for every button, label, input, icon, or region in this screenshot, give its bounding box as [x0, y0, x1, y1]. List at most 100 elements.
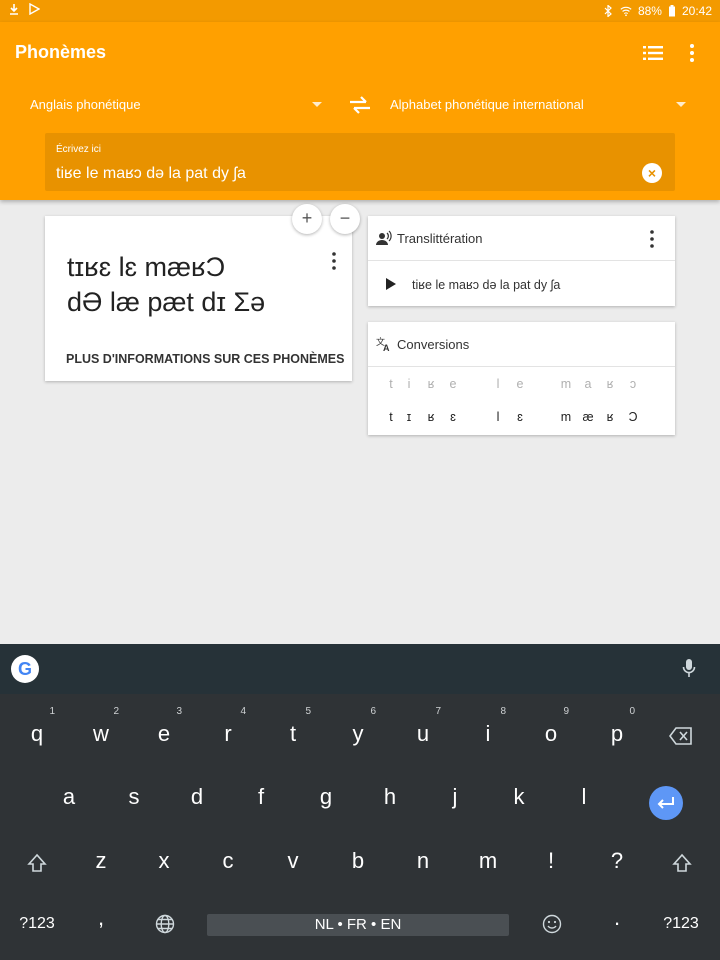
more-vert-icon[interactable]	[680, 40, 704, 66]
symbols-key-left[interactable]: ?123	[12, 904, 62, 944]
key-w[interactable]: w2	[81, 706, 121, 754]
app-bar: Phonèmes Anglais phonétique Alphabet pho…	[0, 22, 720, 200]
space-bar[interactable]: NL • FR • EN	[207, 914, 509, 936]
key-f[interactable]: f	[241, 777, 281, 817]
key-n[interactable]: n	[403, 841, 443, 881]
conversion-target-char: ʁ	[427, 410, 435, 424]
key-g[interactable]: g	[306, 777, 346, 817]
key-j[interactable]: j	[435, 777, 475, 817]
swap-icon[interactable]	[346, 94, 374, 116]
conversion-source-char: ʁ	[606, 377, 614, 391]
key-label: t	[289, 721, 297, 746]
key-period[interactable]: .	[597, 898, 637, 938]
key-k[interactable]: k	[499, 777, 539, 817]
transliteration-header: Translittération	[368, 216, 675, 261]
conversion-source-char: t	[389, 377, 393, 391]
backspace-icon[interactable]	[669, 727, 693, 745]
conversion-source-char: ʁ	[427, 377, 435, 391]
shift-right-icon[interactable]	[672, 853, 692, 873]
bluetooth-icon	[604, 5, 612, 17]
emoji-icon[interactable]	[542, 914, 562, 934]
key-s[interactable]: s	[114, 777, 154, 817]
key-h[interactable]: h	[370, 777, 410, 817]
key-p[interactable]: p0	[597, 706, 637, 754]
key-q[interactable]: q1	[17, 706, 57, 754]
key-x[interactable]: x	[144, 841, 184, 881]
conversion-source-char: m	[560, 377, 572, 391]
svg-text:A: A	[383, 343, 390, 352]
key-number: 4	[240, 706, 246, 717]
zoom-in-button[interactable]: +	[292, 204, 322, 234]
clock: 20:42	[681, 4, 712, 18]
key-z[interactable]: z	[81, 841, 121, 881]
chevron-down-icon	[312, 102, 322, 107]
key-m[interactable]: m	[468, 841, 508, 881]
key-r[interactable]: r4	[208, 706, 248, 754]
conversion-source-char: l	[496, 377, 500, 391]
conversions-header: 文 A Conversions	[368, 322, 675, 367]
key-l[interactable]: l	[564, 777, 604, 817]
key-label: e	[157, 721, 171, 746]
conversion-target-char: æ	[582, 410, 594, 424]
conversions-card: 文 A Conversions t i ʁ e l e m a ʁ ɔ t ɪ …	[368, 322, 675, 435]
conversion-target-char: ɛ	[450, 410, 456, 424]
input-hint: Écrivez ici	[56, 144, 102, 155]
zoom-out-button[interactable]: −	[330, 204, 360, 234]
source-language-select[interactable]: Anglais phonétique	[30, 92, 322, 120]
mic-icon[interactable]	[682, 658, 696, 680]
phoneme-line-2: dƏ læ pæt dɪ Σə	[67, 287, 266, 317]
key-v[interactable]: v	[273, 841, 313, 881]
key-number: 5	[305, 706, 311, 717]
more-vert-icon[interactable]	[646, 228, 658, 250]
source-language-label: Anglais phonétique	[30, 97, 141, 112]
key-i[interactable]: i8	[468, 706, 508, 754]
enter-button[interactable]	[649, 786, 683, 820]
target-language-select[interactable]: Alphabet phonétique international	[390, 92, 686, 120]
conversion-source-char: e	[449, 377, 457, 391]
conversion-target-char: Ɔ	[628, 410, 638, 424]
key-label: o	[544, 721, 558, 746]
transliteration-card: Translittération tiʁe le maʁɔ də la pat …	[368, 216, 675, 306]
key-b[interactable]: b	[338, 841, 378, 881]
key-e[interactable]: e3	[144, 706, 184, 754]
key-number: 0	[629, 706, 635, 717]
more-info-link[interactable]: PLUS D'INFORMATIONS SUR CES PHONÈMES	[66, 352, 344, 366]
key-label: r	[224, 721, 232, 746]
symbols-key-right[interactable]: ?123	[656, 904, 706, 944]
key-number: 1	[49, 706, 55, 717]
key-u[interactable]: u7	[403, 706, 443, 754]
more-vert-icon[interactable]	[328, 250, 340, 272]
shift-left-icon[interactable]	[27, 853, 47, 873]
target-language-label: Alphabet phonétique international	[390, 97, 584, 112]
battery-icon	[668, 5, 675, 17]
wifi-icon	[620, 6, 632, 17]
phoneme-display: tɪʁɛ lɛ mæʁƆ dƏ læ pæt dɪ Σə	[67, 250, 307, 320]
key-a[interactable]: a	[49, 777, 89, 817]
key-exclamation[interactable]: !	[531, 841, 571, 881]
play-icon[interactable]	[386, 278, 396, 290]
key-d[interactable]: d	[177, 777, 217, 817]
key-number: 7	[435, 706, 441, 717]
key-c[interactable]: c	[208, 841, 248, 881]
key-o[interactable]: o9	[531, 706, 571, 754]
key-t[interactable]: t5	[273, 706, 313, 754]
conversions-title: Conversions	[397, 337, 470, 352]
conversion-target-char: ɪ	[406, 410, 412, 424]
conversion-target-char: l	[496, 410, 500, 424]
google-icon[interactable]: G	[11, 655, 39, 683]
conversion-target-row: t ɪ ʁ ɛ l ɛ m æ ʁ Ɔ	[384, 410, 664, 428]
text-input-box[interactable]: Écrivez ici ×	[45, 133, 675, 191]
chevron-down-icon	[676, 102, 686, 107]
phoneme-card: tɪʁɛ lɛ mæʁƆ dƏ læ pæt dɪ Σə PLUS D'INFO…	[45, 216, 352, 381]
key-y[interactable]: y6	[338, 706, 378, 754]
key-comma[interactable]: ,	[81, 898, 121, 938]
conversion-target-char: ɛ	[517, 410, 523, 424]
key-label: q	[30, 721, 44, 746]
key-label: u	[416, 721, 430, 746]
clear-icon[interactable]: ×	[642, 163, 662, 183]
key-number: 8	[500, 706, 506, 717]
globe-icon[interactable]	[155, 914, 175, 934]
list-icon[interactable]	[640, 40, 666, 66]
key-question[interactable]: ?	[597, 841, 637, 881]
phoneme-input[interactable]	[56, 165, 616, 183]
